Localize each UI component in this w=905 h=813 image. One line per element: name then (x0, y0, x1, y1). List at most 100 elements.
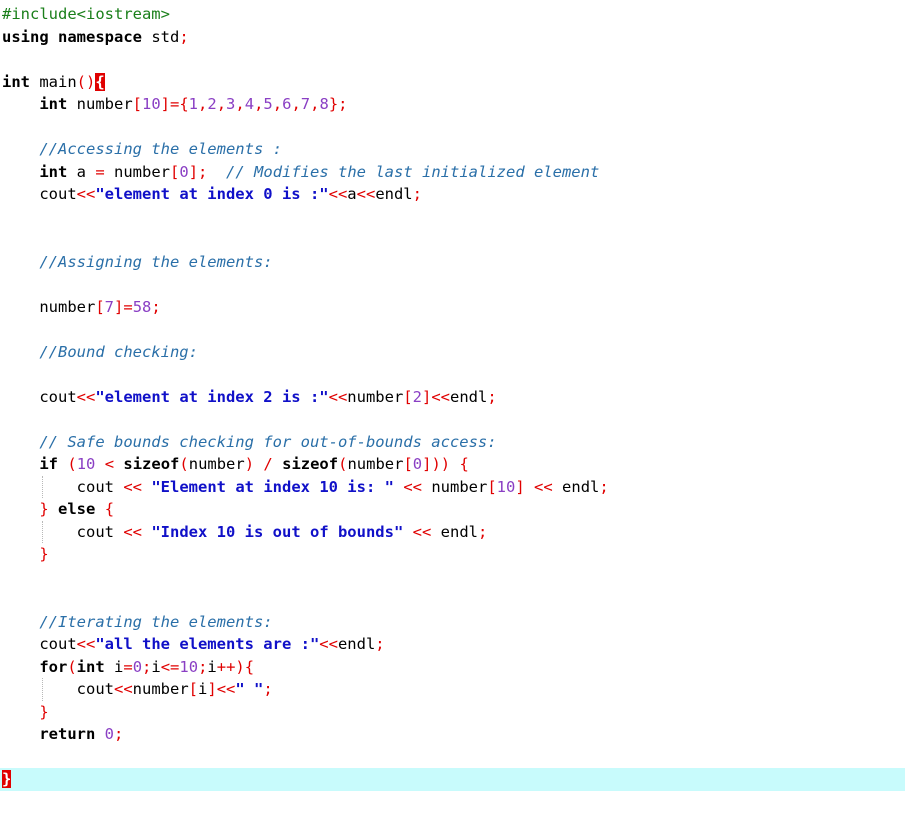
string-token: "all the elements are :" (95, 635, 320, 653)
identifier-token (2, 140, 39, 158)
operator-token: << (328, 185, 348, 203)
punctuation-token: ( (179, 455, 189, 473)
code-line[interactable]: //Accessing the elements : (0, 138, 905, 161)
punctuation-token: , (198, 95, 208, 113)
identifier-token (2, 253, 39, 271)
code-editor[interactable]: #include<iostream>using namespace std;​i… (0, 0, 905, 813)
operator-token: < (104, 455, 115, 473)
identifier-token (95, 500, 104, 518)
brace-match-highlight: { (95, 72, 105, 91)
code-line[interactable]: //Assigning the elements: (0, 251, 905, 274)
keyword-token: int (2, 72, 30, 91)
punctuation-token: ; (487, 387, 497, 406)
code-line[interactable]: ​ (0, 408, 905, 431)
operator-token: << (113, 680, 133, 698)
punctuation-token: }; (328, 95, 348, 113)
identifier-token (95, 455, 104, 473)
code-line[interactable]: cout<<"all the elements are :"<<endl; (0, 633, 905, 656)
identifier-token: cout (2, 680, 114, 698)
code-line[interactable]: #include<iostream> (0, 3, 905, 26)
identifier-token: number (188, 455, 245, 473)
code-line[interactable]: ​ (0, 746, 905, 769)
operator-token: << (216, 680, 236, 698)
code-line[interactable]: ​ (0, 566, 905, 589)
indent-guide (42, 678, 43, 701)
code-line[interactable]: using namespace std; (0, 26, 905, 49)
identifier-token: i (104, 657, 124, 676)
number-token: 0 (104, 725, 115, 743)
identifier-token (394, 478, 403, 496)
identifier-token (2, 343, 39, 361)
punctuation-token: } (39, 545, 49, 563)
code-line[interactable]: cout<<number[i]<<" "; (0, 678, 905, 701)
code-line[interactable]: for(int i=0;i<=10;i++){ (0, 656, 905, 679)
brace-match-highlight: } (2, 770, 12, 788)
code-line[interactable]: //Bound checking: (0, 341, 905, 364)
code-line[interactable]: // Safe bounds checking for out-of-bound… (0, 431, 905, 454)
code-line[interactable]: int a = number[0]; // Modifies the last … (0, 161, 905, 184)
identifier-token (273, 455, 282, 473)
code-line[interactable]: if (10 < sizeof(number) / sizeof(number[… (0, 453, 905, 476)
identifier-token: i (207, 657, 217, 676)
code-line[interactable]: cout << "Index 10 is out of bounds" << e… (0, 521, 905, 544)
identifier-token: i (151, 657, 161, 676)
code-line-current[interactable]: } (0, 768, 905, 791)
code-line[interactable]: //Iterating the elements: (0, 611, 905, 634)
punctuation-token: ; (263, 680, 273, 698)
punctuation-token: ; (179, 27, 189, 46)
punctuation-token: ( (67, 455, 77, 473)
code-line[interactable]: cout<<"element at index 2 is :"<<number[… (0, 386, 905, 409)
punctuation-token: } (39, 500, 49, 518)
code-line[interactable]: ​ (0, 228, 905, 251)
number-token: 10 (496, 477, 516, 496)
keyword-token: int (76, 657, 105, 676)
number-token: 7 (300, 95, 311, 113)
identifier-token: a (347, 185, 357, 203)
identifier-token: number (132, 680, 189, 698)
code-line[interactable]: } (0, 543, 905, 566)
number-token: 8 (319, 95, 329, 113)
code-line[interactable]: cout<<"element at index 0 is :"<<a<<endl… (0, 183, 905, 206)
identifier-token (2, 163, 39, 181)
number-token: 5 (263, 95, 273, 113)
keyword-token: if (39, 455, 58, 473)
code-line[interactable]: ​ (0, 116, 905, 139)
punctuation-token: , (272, 95, 283, 113)
punctuation-token: ; (375, 635, 385, 653)
punctuation-token: [ (95, 297, 105, 316)
code-line[interactable]: ​ (0, 48, 905, 71)
code-line[interactable]: } (0, 701, 905, 724)
keyword-token: else (58, 500, 96, 518)
code-line[interactable]: ​ (0, 318, 905, 341)
string-token: " " (235, 680, 264, 698)
operator-token: << (534, 477, 553, 496)
identifier-token (2, 658, 39, 676)
code-line[interactable]: number[7]=58; (0, 296, 905, 319)
keyword-token: int (39, 95, 68, 113)
punctuation-token: ; (478, 522, 488, 541)
code-line[interactable]: int main(){ (0, 71, 905, 94)
code-line[interactable]: ​ (0, 206, 905, 229)
operator-token: << (123, 522, 142, 541)
number-token: 10 (76, 455, 96, 473)
string-token: "Index 10 is out of bounds" (151, 522, 404, 541)
code-line[interactable]: int number[10]={1,2,3,4,5,6,7,8}; (0, 93, 905, 116)
identifier-token (403, 523, 412, 541)
identifier-token (207, 163, 226, 181)
operator-token: ++ (216, 657, 236, 676)
number-token: 0 (412, 455, 423, 473)
code-line[interactable]: return 0; (0, 723, 905, 746)
identifier-token: number (2, 297, 96, 316)
identifier-token (142, 523, 151, 541)
punctuation-token: () (76, 72, 96, 91)
code-line[interactable]: ​ (0, 273, 905, 296)
identifier-token: cout (2, 387, 77, 406)
identifier-token: endl (431, 522, 478, 541)
operator-token: << (319, 635, 338, 653)
code-line[interactable]: cout << "Element at index 10 is: " << nu… (0, 476, 905, 499)
punctuation-token: , (235, 95, 245, 113)
identifier-token: cout (2, 185, 77, 203)
code-line[interactable]: } else { (0, 498, 905, 521)
code-line[interactable]: ​ (0, 588, 905, 611)
code-line[interactable]: ​ (0, 363, 905, 386)
